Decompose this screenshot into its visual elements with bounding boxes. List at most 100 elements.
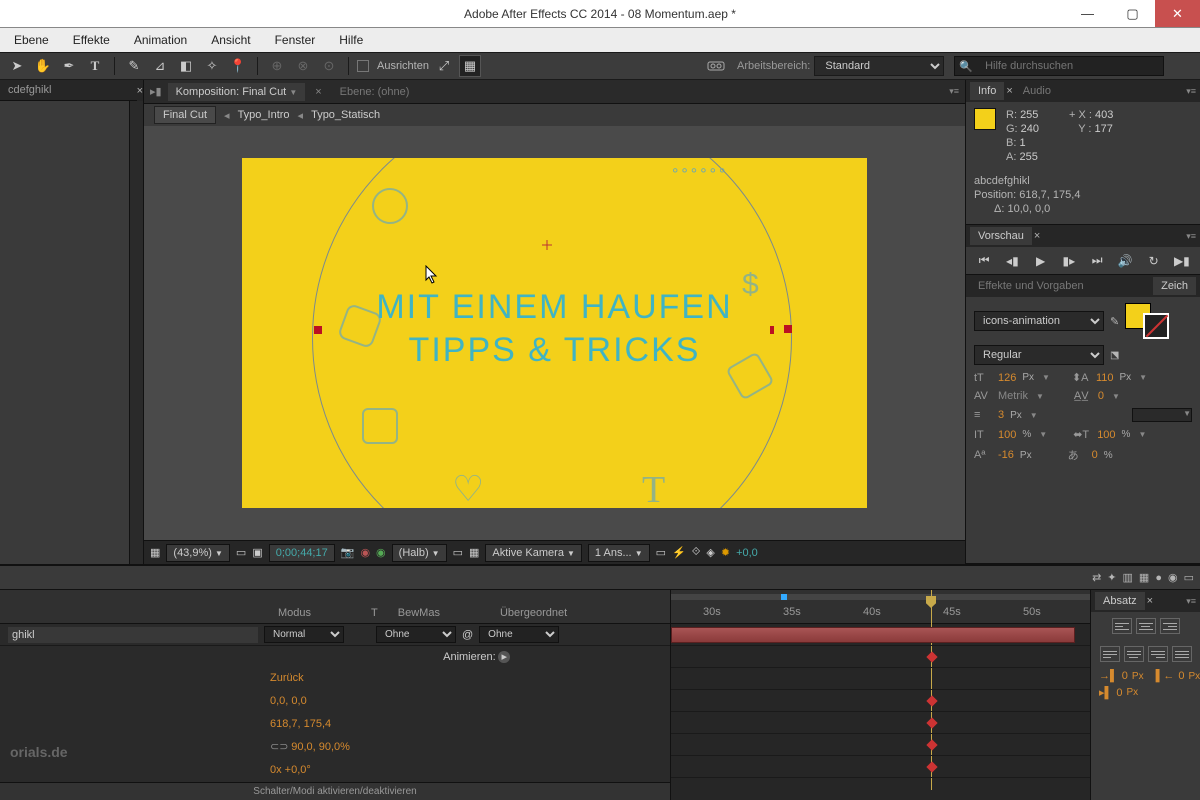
justify-left-icon[interactable] [1100,646,1120,662]
close-tab-icon[interactable]: × [137,85,143,97]
prop-position[interactable]: 618,7, 175,4 [0,713,670,736]
composition-viewer[interactable]: ♡ T $ °°°°°° MIT EINEM HAUFEN TIPPS & TR… [144,126,965,540]
effects-presets-tab[interactable]: Effekte und Vorgaben [970,277,1092,295]
menu-animation[interactable]: Animation [124,30,197,50]
flowchart-icon[interactable]: ▸▮ [150,85,162,98]
keyframe-icon[interactable] [926,717,937,728]
indent-left-value[interactable]: 0 [1122,670,1128,682]
eraser-tool-icon[interactable]: ◧ [175,55,197,77]
grid-icon[interactable]: ▦ [150,546,160,559]
world-axis-icon[interactable]: ⊗ [292,55,314,77]
animate-button[interactable]: Animieren: [443,651,496,663]
align-left-icon[interactable] [1112,618,1132,634]
kerning-value[interactable]: Metrik [998,390,1028,402]
last-frame-icon[interactable]: ⏭ [1088,253,1106,268]
paragraph-tab[interactable]: Absatz [1095,592,1145,610]
hscale-value[interactable]: 100 [1097,429,1115,441]
prop-rotation[interactable]: 0x +0,0° [0,759,670,782]
font-family-select[interactable]: icons-animation [974,311,1104,331]
panel-menu-icon[interactable]: ▾≡ [1186,596,1196,607]
menu-fenster[interactable]: Fenster [265,30,326,50]
menu-hilfe[interactable]: Hilfe [329,30,373,50]
menu-effekte[interactable]: Effekte [63,30,120,50]
audio-tab[interactable]: Audio [1015,82,1059,100]
track-matte-select[interactable]: Ohne [376,626,456,643]
help-search-input[interactable] [979,57,1159,75]
swap-colors-icon[interactable]: ⬔ [1110,350,1119,361]
prop-anchor[interactable]: 0,0, 0,0 [0,690,670,713]
camera-select[interactable]: Aktive Kamera ▼ [485,544,582,562]
justify-all-icon[interactable] [1172,646,1192,662]
project-tab[interactable]: cdefghikl [0,80,137,101]
keyframe-icon[interactable] [926,739,937,750]
panel-menu-icon[interactable]: ▾≡ [949,86,959,97]
selection-tool-icon[interactable]: ➤ [6,55,28,77]
close-button[interactable]: ✕ [1155,0,1200,27]
snapshot-icon[interactable]: 📷 [341,546,355,559]
fullres-icon[interactable]: ▣ [252,546,262,559]
view-axis-icon[interactable]: ⊙ [318,55,340,77]
font-style-select[interactable]: Regular [974,345,1104,365]
tl-tool-icon[interactable]: ● [1155,572,1162,584]
crumb-finalcut[interactable]: Final Cut [154,106,216,124]
tl-tool-icon[interactable]: ▭ [1184,571,1194,584]
snap-option-icon[interactable]: ⤢ [433,55,455,77]
zoom-select[interactable]: (43,9%) ▼ [166,544,230,562]
vscale-value[interactable]: 100 [998,429,1016,441]
pin-tool-icon[interactable]: 📍 [227,55,249,77]
keyframe-icon[interactable] [926,761,937,772]
parent-select[interactable]: Ohne [479,626,559,643]
close-icon[interactable]: × [1006,85,1012,97]
comp-tab-finalcut[interactable]: Komposition: Final Cut ▼ [168,83,306,101]
workspace-select[interactable]: Standard [814,56,944,76]
prev-frame-icon[interactable]: ◂▮ [1003,254,1021,268]
tl-tool-icon[interactable]: ⇄ [1092,571,1101,584]
pixel-aspect-icon[interactable]: ▭ [656,546,666,559]
type-tool-icon[interactable]: T [84,55,106,77]
panel-menu-icon[interactable]: ▾≡ [1186,86,1196,97]
minimize-button[interactable]: — [1065,0,1110,27]
crumb-typo-statisch[interactable]: Typo_Statisch [311,109,380,121]
menu-ansicht[interactable]: Ansicht [201,30,260,50]
audio-icon[interactable]: 🔊 [1116,254,1134,268]
align-center-icon[interactable] [1136,618,1156,634]
close-icon[interactable]: × [1034,230,1040,242]
tl-tool-icon[interactable]: ✦ [1107,571,1116,584]
stroke-style-select[interactable]: ▼ [1132,408,1192,422]
views-select[interactable]: 1 Ans... ▼ [588,544,650,562]
channel-icon[interactable]: ◉ [360,546,370,559]
prop-scale[interactable]: ⊂⊃ 90,0, 90,0% [0,736,670,759]
close-comp-icon[interactable]: × [311,86,325,98]
crumb-typo-intro[interactable]: Typo_Intro [238,109,290,121]
eyedropper-icon[interactable]: ✎ [1110,315,1119,328]
fast-preview-icon[interactable]: ⚡ [672,546,686,559]
justify-right-icon[interactable] [1148,646,1168,662]
timeline-icon[interactable]: ⟐ [692,546,701,559]
keyframe-icon[interactable] [926,695,937,706]
menu-ebene[interactable]: Ebene [4,30,59,50]
pen-tool-icon[interactable]: ✒ [58,55,80,77]
snap-checkbox[interactable] [357,60,369,72]
loop-icon[interactable]: ↻ [1145,254,1163,268]
leading-value[interactable]: 110 [1096,372,1114,384]
clone-tool-icon[interactable]: ⊿ [149,55,171,77]
stroke-width-value[interactable]: 3 [998,409,1004,421]
info-tab[interactable]: Info [970,82,1004,100]
exposure-value[interactable]: +0,0 [736,547,758,559]
tsume-value[interactable]: 0 [1092,449,1098,461]
timeline-layer-row[interactable]: ghikl Normal Ohne @ Ohne [0,624,670,646]
character-tab[interactable]: Zeich [1153,277,1196,295]
project-scrollbar[interactable] [129,101,143,564]
prop-zuruck[interactable]: Zurück [0,667,670,690]
close-icon[interactable]: × [1147,595,1153,607]
reset-exp-icon[interactable]: ✹ [721,546,730,559]
keyframe-icon[interactable] [926,651,937,662]
panel-menu-icon[interactable]: ▾≡ [1186,231,1196,242]
transparency-grid-icon[interactable]: ▦ [469,546,479,559]
parent-pickwhip-icon[interactable]: @ [462,629,473,641]
toggle-switches-button[interactable]: Schalter/Modi aktivieren/deaktivieren [0,782,670,800]
time-ruler[interactable]: 30s 35s 40s 45s 50s [671,590,1090,624]
resolution-select[interactable]: (Halb) ▼ [392,544,447,562]
comp-flow-icon[interactable]: ◈ [706,546,714,559]
tl-tool-icon[interactable]: ▥ [1123,571,1133,584]
